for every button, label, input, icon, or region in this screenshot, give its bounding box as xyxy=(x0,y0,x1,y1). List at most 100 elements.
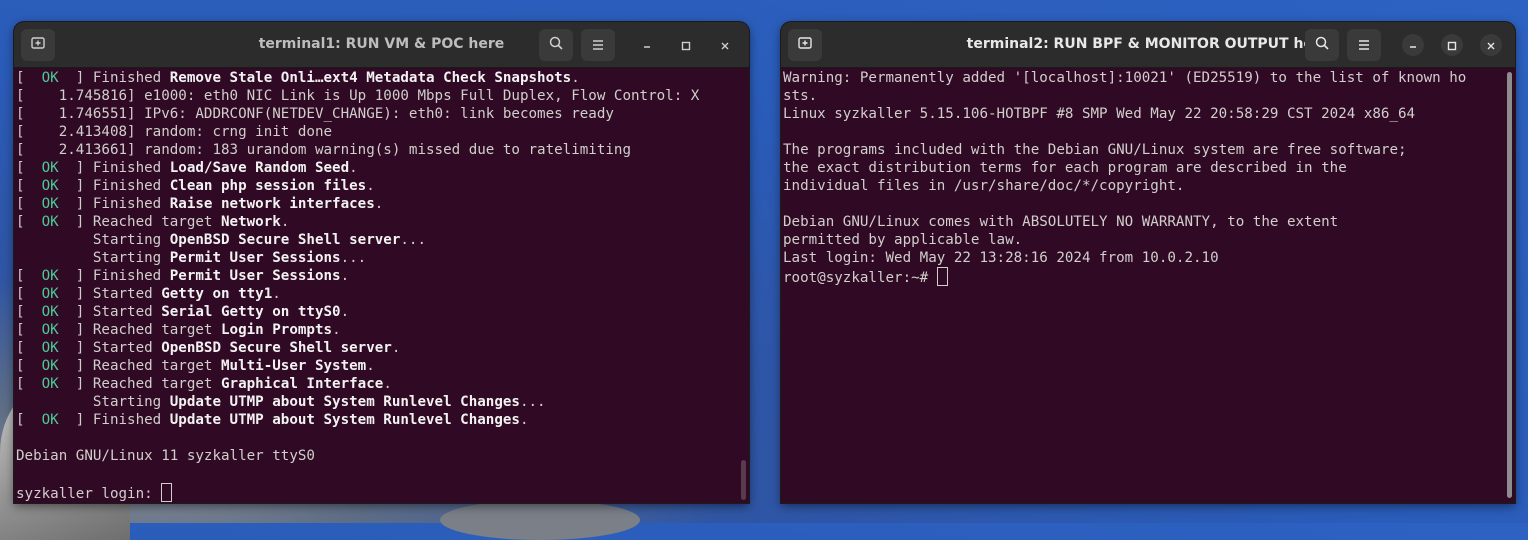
terminal-text: [ xyxy=(16,376,42,392)
terminal-text: [ xyxy=(16,412,42,428)
terminal-text: ] Finished xyxy=(58,412,170,428)
terminal-line: [ 1.746551] IPv6: ADDRCONF(NETDEV_CHANGE… xyxy=(16,105,739,123)
unit-name: Permit User Sessions xyxy=(169,268,341,284)
terminal-line: sts. xyxy=(783,87,1505,105)
terminal-text: ] Started xyxy=(58,286,162,302)
terminal-line: [ 2.413661] random: 183 urandom warning(… xyxy=(16,141,739,159)
terminal-text: ] Reached target xyxy=(58,376,222,392)
search-icon xyxy=(1314,35,1330,55)
terminal-text: [ xyxy=(16,322,42,338)
terminal2-output[interactable]: Warning: Permanently added '[localhost]:… xyxy=(783,69,1505,503)
terminal-text: [ xyxy=(16,268,42,284)
terminal1-output[interactable]: [ OK ] Finished Remove Stale Onli…ext4 M… xyxy=(16,69,739,503)
terminal-text: Starting xyxy=(16,232,170,248)
hamburger-menu-icon xyxy=(1357,36,1371,55)
close-icon xyxy=(1486,36,1496,55)
terminal-text: . xyxy=(374,196,384,212)
status-ok: OK xyxy=(41,358,59,374)
terminal-text: The programs included with the Debian GN… xyxy=(783,142,1407,158)
menu-button[interactable] xyxy=(581,29,615,61)
status-ok: OK xyxy=(41,340,59,356)
new-tab-icon xyxy=(797,35,813,55)
unit-name: Permit User Sessions xyxy=(169,250,341,266)
text-cursor xyxy=(936,267,948,286)
terminal-text: ] Reached target xyxy=(58,322,222,338)
terminal-text: individual files in /usr/share/doc/*/cop… xyxy=(783,178,1185,194)
terminal2-scrollbar[interactable] xyxy=(1507,72,1512,498)
status-ok: OK xyxy=(41,196,59,212)
terminal1-titlebar[interactable]: terminal1: RUN VM & POC here xyxy=(14,22,749,68)
status-ok: OK xyxy=(41,322,59,338)
minimize-button[interactable] xyxy=(1402,34,1424,56)
terminal2-titlebar[interactable]: terminal2: RUN BPF & MONITOR OUTPUT here xyxy=(781,22,1515,68)
terminal-text: Debian GNU/Linux comes with ABSOLUTELY N… xyxy=(783,214,1339,230)
terminal-text: . xyxy=(519,412,529,428)
new-tab-button[interactable] xyxy=(21,29,55,61)
terminal-line: [ OK ] Reached target Graphical Interfac… xyxy=(16,375,739,393)
search-button[interactable] xyxy=(539,29,573,61)
unit-name: Login Prompts xyxy=(221,322,333,338)
unit-name: OpenBSD Secure Shell server xyxy=(161,340,392,356)
terminal-line: Debian GNU/Linux comes with ABSOLUTELY N… xyxy=(783,213,1505,231)
terminal-line: [ OK ] Finished Permit User Sessions. xyxy=(16,267,739,285)
terminal-text: [ xyxy=(16,214,42,230)
status-ok: OK xyxy=(41,376,59,392)
unit-name: Raise network interfaces xyxy=(169,196,375,212)
status-ok: OK xyxy=(41,268,59,284)
status-ok: OK xyxy=(41,160,59,176)
close-icon xyxy=(720,36,730,55)
terminal-text: ] Reached target xyxy=(58,358,222,374)
terminal2-window[interactable]: terminal2: RUN BPF & MONITOR OUTPUT here… xyxy=(781,22,1515,503)
minimize-button[interactable] xyxy=(636,34,658,56)
maximize-button[interactable] xyxy=(1441,34,1463,56)
terminal-line: [ 2.413408] random: crng init done xyxy=(16,123,739,141)
minimize-icon xyxy=(1408,36,1418,55)
terminal-text: ] Started xyxy=(58,340,162,356)
close-button[interactable] xyxy=(714,34,736,56)
terminal-text: ] Reached target xyxy=(58,214,222,230)
status-ok: OK xyxy=(41,178,59,194)
terminal-line: [ OK ] Finished Remove Stale Onli…ext4 M… xyxy=(16,69,739,87)
maximize-button[interactable] xyxy=(675,34,697,56)
terminal-line: root@syzkaller:~# xyxy=(783,267,1505,286)
terminal-text: Warning: Permanently added '[localhost]:… xyxy=(783,70,1467,86)
terminal1-window[interactable]: terminal1: RUN VM & POC here [ OK ] Fini… xyxy=(14,22,749,503)
terminal-line: [ OK ] Finished Raise network interfaces… xyxy=(16,195,739,213)
terminal-line: Linux syzkaller 5.15.106-HOTBPF #8 SMP W… xyxy=(783,105,1505,123)
terminal-text: [ 1.745816] e1000: eth0 NIC Link is Up 1… xyxy=(16,88,700,104)
terminal-text: [ 1.746551] IPv6: ADDRCONF(NETDEV_CHANGE… xyxy=(16,106,614,122)
unit-name: OpenBSD Secure Shell server xyxy=(169,232,401,248)
unit-name: Update UTMP about System Runlevel Change… xyxy=(169,412,520,428)
desktop-wallpaper-shape-2 xyxy=(440,500,640,540)
terminal-line: [ OK ] Reached target Multi-User System. xyxy=(16,357,739,375)
terminal-line: syzkaller login: xyxy=(16,483,739,502)
terminal-line: Warning: Permanently added '[localhost]:… xyxy=(783,69,1505,87)
close-button[interactable] xyxy=(1480,34,1502,56)
terminal-text: ... xyxy=(519,394,546,410)
menu-button[interactable] xyxy=(1347,29,1381,61)
terminal-text: . xyxy=(340,304,350,320)
terminal-text: [ xyxy=(16,178,42,194)
unit-name: Getty on tty1 xyxy=(161,286,273,302)
terminal-text: . xyxy=(366,358,375,374)
unit-name: Remove Stale Onli…ext4 Metadata Check Sn… xyxy=(169,70,572,86)
status-ok: OK xyxy=(41,214,59,230)
status-ok: OK xyxy=(41,412,59,428)
new-tab-button[interactable] xyxy=(788,29,822,61)
terminal-text: . xyxy=(383,376,392,392)
search-button[interactable] xyxy=(1305,29,1339,61)
terminal-line: [ OK ] Reached target Network. xyxy=(16,213,739,231)
terminal-text: . xyxy=(280,214,290,230)
terminal-line: Last login: Wed May 22 13:28:16 2024 fro… xyxy=(783,249,1505,267)
terminal-line: [ OK ] Started OpenBSD Secure Shell serv… xyxy=(16,339,739,357)
terminal-text: [ xyxy=(16,70,42,86)
terminal-text: ] Finished xyxy=(58,196,170,212)
terminal-text: . xyxy=(272,286,281,302)
terminal1-scrollbar[interactable] xyxy=(741,460,746,500)
maximize-icon xyxy=(681,36,691,55)
terminal-text: Linux syzkaller 5.15.106-HOTBPF #8 SMP W… xyxy=(783,106,1416,122)
unit-name: Multi-User System xyxy=(221,358,367,374)
search-icon xyxy=(548,35,564,55)
